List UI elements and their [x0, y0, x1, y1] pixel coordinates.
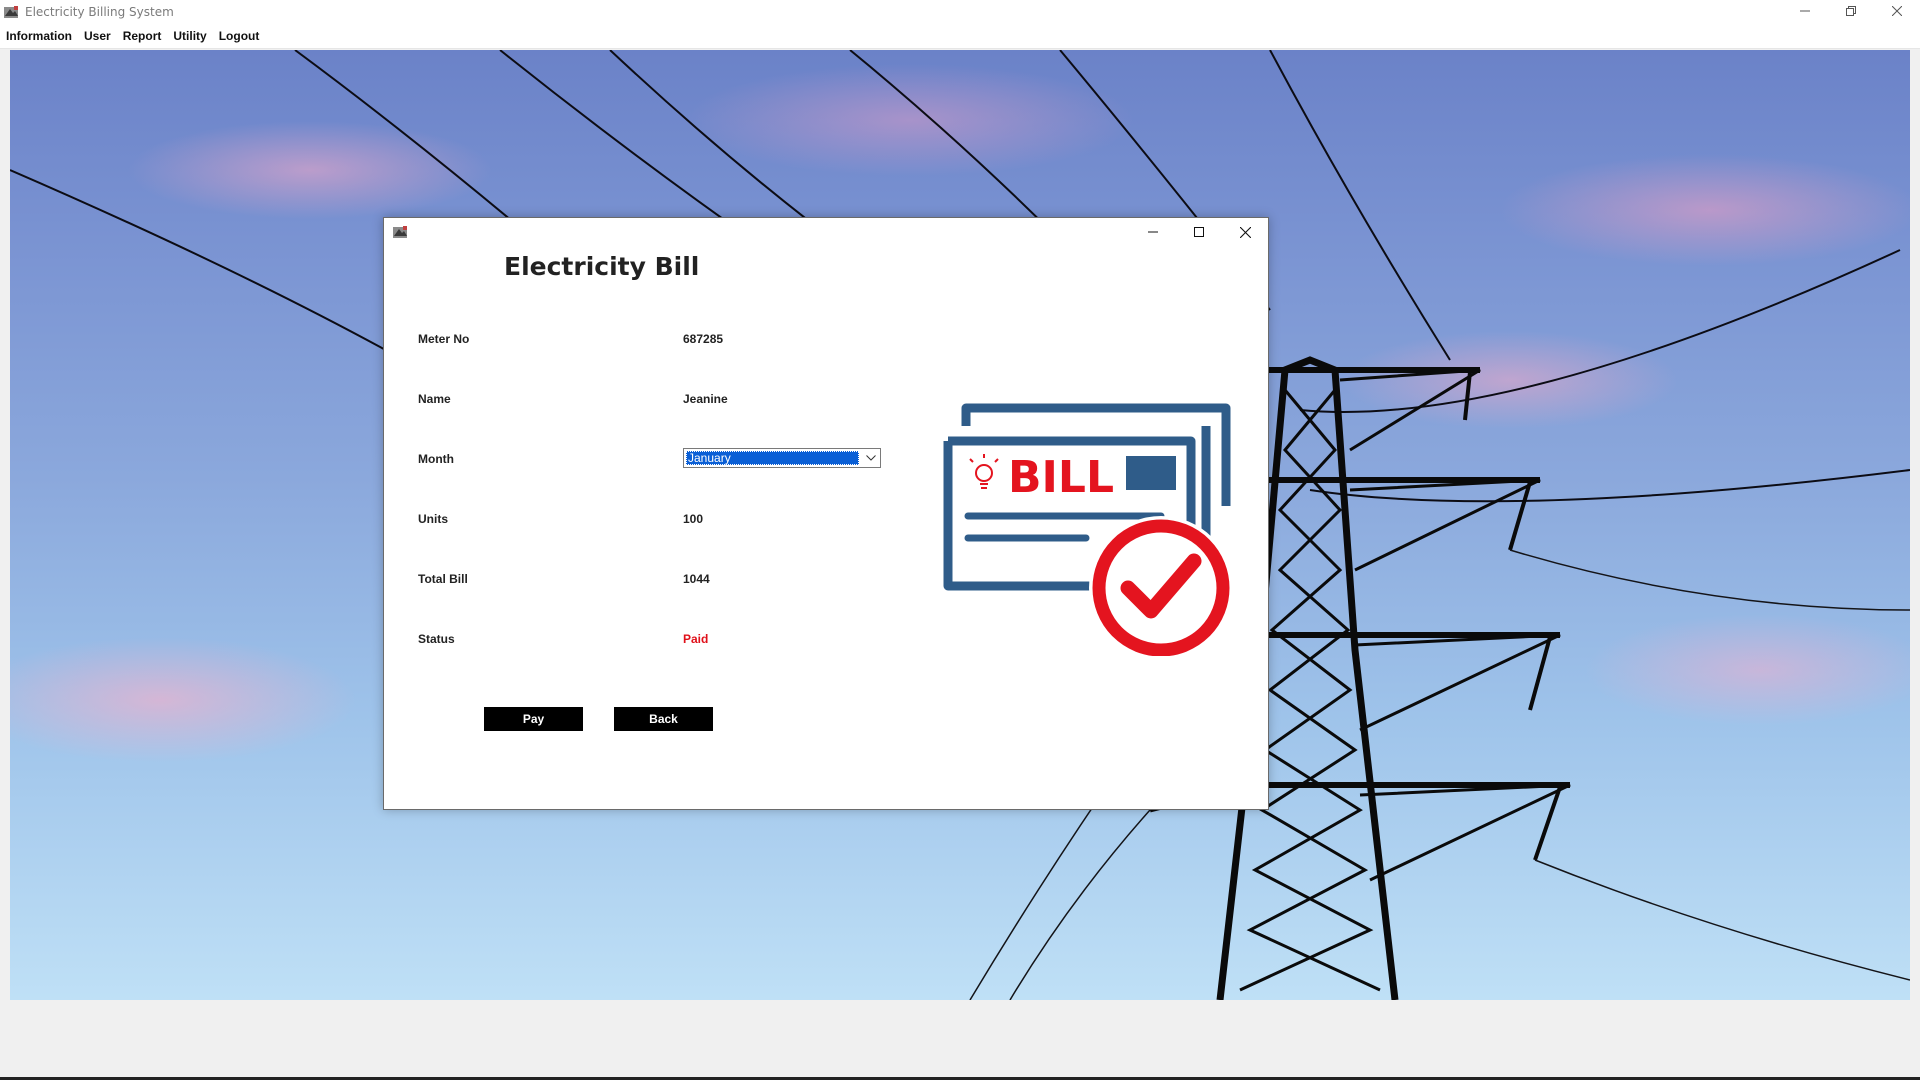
- units-label: Units: [418, 512, 448, 526]
- restore-button[interactable]: [1828, 0, 1874, 22]
- bulb-icon: [969, 454, 999, 489]
- check-circle-icon: [1089, 516, 1233, 656]
- meter-no-label: Meter No: [418, 332, 470, 346]
- bill-illustration: BILL: [943, 403, 1233, 656]
- close-icon: [1892, 6, 1902, 16]
- restore-icon: [1846, 6, 1856, 16]
- bill-graphic-text: BILL: [1008, 452, 1114, 503]
- app-window: Electricity Billing System Information U…: [0, 0, 1920, 1080]
- dialog-close-button[interactable]: [1222, 218, 1268, 246]
- menu-report[interactable]: Report: [117, 26, 168, 46]
- back-button[interactable]: Back: [614, 707, 713, 731]
- dialog-minimize-button[interactable]: [1130, 218, 1176, 246]
- total-bill-value: 1044: [683, 572, 710, 586]
- window-controls: [1782, 0, 1920, 24]
- name-value: Jeanine: [683, 392, 728, 406]
- dialog-title: Electricity Bill: [504, 252, 700, 281]
- dialog-window-controls: [1130, 218, 1268, 246]
- window-title: Electricity Billing System: [25, 5, 174, 19]
- close-button[interactable]: [1874, 0, 1920, 22]
- name-label: Name: [418, 392, 451, 406]
- dialog-maximize-button[interactable]: [1176, 218, 1222, 246]
- app-icon: [4, 6, 18, 18]
- maximize-icon: [1194, 227, 1204, 237]
- meter-no-value: 687285: [683, 332, 724, 346]
- units-value: 100: [683, 512, 704, 526]
- minimize-button[interactable]: [1782, 0, 1828, 22]
- status-value: Paid: [683, 632, 709, 646]
- month-label: Month: [418, 452, 454, 466]
- app-icon: [393, 226, 407, 238]
- menu-utility[interactable]: Utility: [167, 26, 212, 46]
- status-area: [0, 1000, 1920, 1080]
- minimize-icon: [1800, 10, 1810, 12]
- bill-card-block: [1126, 456, 1176, 490]
- menu-bar: Information User Report Utility Logout: [0, 24, 1920, 49]
- menu-user[interactable]: User: [78, 26, 117, 46]
- chevron-down-icon: [866, 455, 876, 461]
- title-bar: Electricity Billing System: [0, 0, 1920, 24]
- total-bill-label: Total Bill: [418, 572, 468, 586]
- pay-button[interactable]: Pay: [484, 707, 583, 731]
- month-dropdown-arrow[interactable]: [864, 452, 878, 464]
- month-selected-value: January: [686, 451, 859, 465]
- month-select[interactable]: January: [683, 448, 881, 468]
- menu-information[interactable]: Information: [0, 26, 78, 46]
- electricity-bill-dialog: Electricity Bill Meter No 687285 Name Je…: [383, 217, 1269, 810]
- menu-logout[interactable]: Logout: [213, 26, 266, 46]
- minimize-icon: [1148, 231, 1158, 233]
- status-label: Status: [418, 632, 455, 646]
- close-icon: [1239, 226, 1251, 238]
